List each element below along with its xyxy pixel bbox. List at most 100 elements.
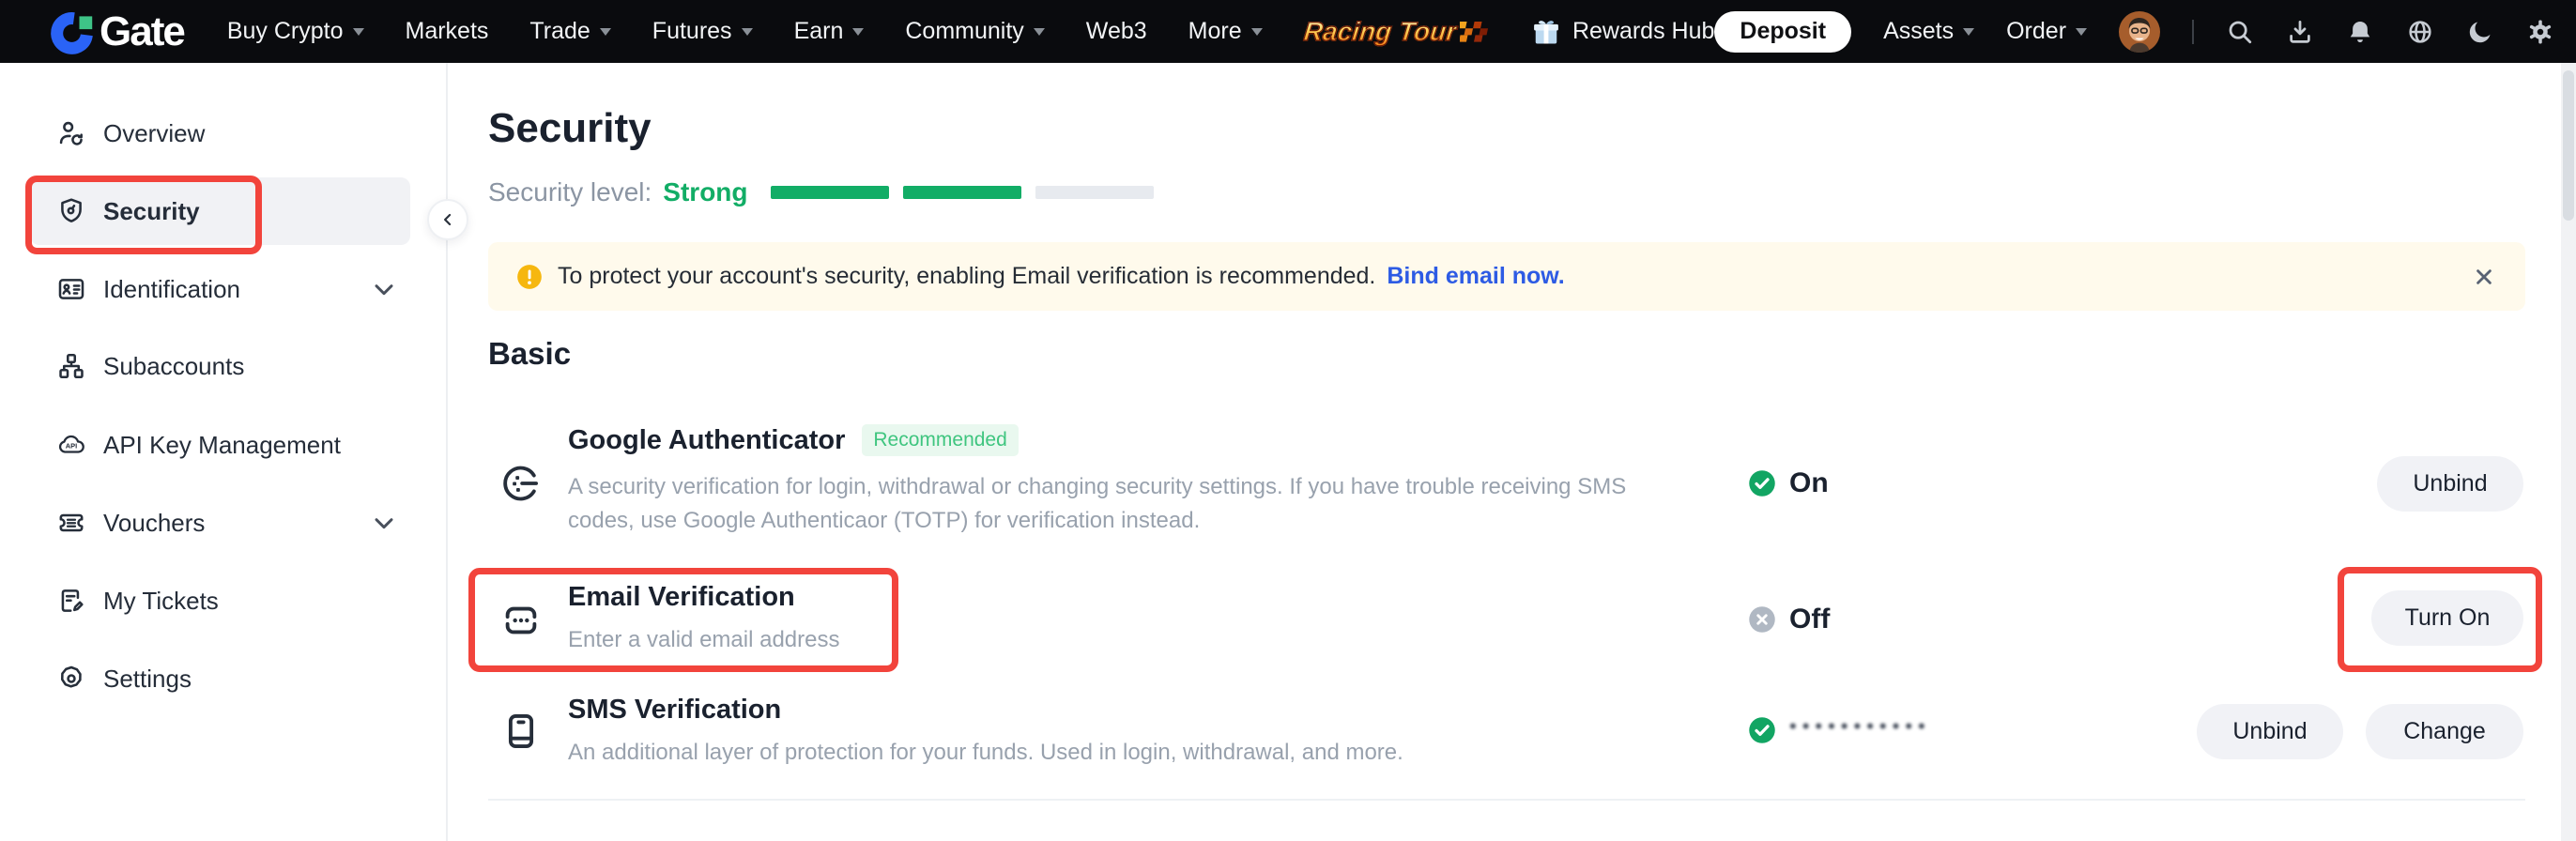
gate-logo-text: Gate xyxy=(100,8,184,55)
email-turn-on-button[interactable]: Turn On xyxy=(2371,590,2523,646)
chevron-down-icon xyxy=(1034,28,1045,41)
nav-more[interactable]: More xyxy=(1188,18,1263,45)
nav-rewards-hub[interactable]: Rewards Hub xyxy=(1529,15,1714,49)
email-verification-title-row: Email Verification xyxy=(568,582,795,613)
nav-community[interactable]: Community xyxy=(905,18,1044,45)
sidebar-item-identification[interactable]: Identification xyxy=(56,263,399,315)
sidebar-item-api-key-management[interactable]: API API Key Management xyxy=(56,419,399,471)
nav-divider xyxy=(2192,20,2194,44)
settings-nut-icon xyxy=(56,664,86,694)
nav-earn-label: Earn xyxy=(794,18,844,45)
nav-buy-crypto[interactable]: Buy Crypto xyxy=(227,18,364,45)
shield-icon xyxy=(56,196,86,226)
svg-text:API: API xyxy=(66,442,77,451)
sidebar-item-subaccounts[interactable]: Subaccounts xyxy=(56,340,399,392)
sidebar-item-settings[interactable]: Settings xyxy=(56,652,399,705)
deposit-button[interactable]: Deposit xyxy=(1714,11,1851,53)
download-icon[interactable] xyxy=(2286,18,2314,46)
scrollbar-thumb[interactable] xyxy=(2563,70,2574,221)
sidebar-item-overview[interactable]: Overview xyxy=(56,107,399,160)
nav-order[interactable]: Order xyxy=(2006,18,2087,45)
recommended-badge: Recommended xyxy=(862,424,1018,456)
bell-icon[interactable] xyxy=(2346,18,2374,46)
email-verification-status: Off xyxy=(1748,604,1830,635)
level-bar-segment xyxy=(1035,186,1154,199)
sidebar-item-vouchers[interactable]: Vouchers xyxy=(56,497,399,549)
nav-community-label: Community xyxy=(905,18,1023,45)
sidebar-item-identification-label: Identification xyxy=(103,275,240,304)
nav-earn[interactable]: Earn xyxy=(794,18,865,45)
avatar-image xyxy=(2119,11,2160,53)
nav-futures[interactable]: Futures xyxy=(652,18,753,45)
banner-text: To protect your account's security, enab… xyxy=(558,263,1375,290)
api-cloud-icon: API xyxy=(56,430,86,460)
level-bar-segment xyxy=(903,186,1021,199)
nav-markets[interactable]: Markets xyxy=(406,18,489,45)
sms-verification-title-row: SMS Verification xyxy=(568,695,781,726)
chevron-down-icon xyxy=(1251,28,1263,41)
nav-assets[interactable]: Assets xyxy=(1883,18,1974,45)
google-authenticator-status-text: On xyxy=(1789,467,1829,499)
nav-order-label: Order xyxy=(2006,18,2066,45)
deposit-label: Deposit xyxy=(1740,18,1826,45)
bind-email-now-link[interactable]: Bind email now. xyxy=(1387,263,1564,290)
masked-phone-number: ••••••••••• xyxy=(1789,714,1931,739)
nav-web3[interactable]: Web3 xyxy=(1086,18,1147,45)
section-heading: Basic xyxy=(488,336,571,372)
sidebar-item-settings-label: Settings xyxy=(103,665,192,694)
warning-icon xyxy=(516,264,543,290)
ga-unbind-button[interactable]: Unbind xyxy=(2377,456,2523,512)
security-level-bars xyxy=(771,186,1154,199)
racing-tour-label: Racing Tour xyxy=(1302,17,1458,47)
nav-futures-label: Futures xyxy=(652,18,732,45)
nav-web3-label: Web3 xyxy=(1086,18,1147,45)
scrollbar-track[interactable] xyxy=(2561,63,2576,841)
sidebar-item-security[interactable]: Security xyxy=(56,185,399,237)
globe-icon[interactable] xyxy=(2406,18,2434,46)
sidebar-item-vouchers-label: Vouchers xyxy=(103,509,205,538)
chevron-down-icon xyxy=(369,274,399,304)
racing-tour-banner[interactable]: Racing Tour xyxy=(1304,17,1492,47)
sidebar-item-overview-label: Overview xyxy=(103,119,205,148)
email-verification-description: Enter a valid email address xyxy=(568,623,839,657)
gear-icon[interactable] xyxy=(2526,18,2554,46)
id-card-icon xyxy=(56,274,86,304)
sidebar-item-api-key-management-label: API Key Management xyxy=(103,431,341,460)
close-icon[interactable] xyxy=(2471,264,2497,290)
nav-more-label: More xyxy=(1188,18,1242,45)
settings-sidebar: Overview Security Identification xyxy=(0,63,448,841)
x-circle-icon xyxy=(1748,605,1776,634)
google-authenticator-icon xyxy=(499,462,543,505)
email-verification-status-text: Off xyxy=(1789,604,1830,635)
sidebar-item-my-tickets[interactable]: My Tickets xyxy=(56,574,399,627)
ticket-icon xyxy=(56,508,86,538)
nav-trade[interactable]: Trade xyxy=(529,18,610,45)
gate-logo[interactable]: Gate xyxy=(49,8,184,56)
gate-logo-icon xyxy=(49,8,98,56)
moon-icon[interactable] xyxy=(2466,18,2494,46)
chevron-down-icon xyxy=(353,28,364,41)
sidebar-collapse-button[interactable] xyxy=(427,199,468,240)
checkered-flag-icon xyxy=(1460,20,1492,44)
chevron-down-icon xyxy=(742,28,753,41)
google-authenticator-description: A security verification for login, withd… xyxy=(568,470,1680,538)
chevron-down-icon xyxy=(600,28,611,41)
chevron-down-icon xyxy=(1963,28,1974,41)
nav-right-group: Deposit Assets Order xyxy=(1714,11,2554,53)
security-level-label: Security level: xyxy=(488,177,652,207)
sms-verification-description: An additional layer of protection for yo… xyxy=(568,736,1403,770)
org-chart-icon xyxy=(56,351,86,381)
phone-icon xyxy=(499,710,543,753)
sms-unbind-label: Unbind xyxy=(2232,718,2307,745)
sms-change-button[interactable]: Change xyxy=(2366,704,2523,759)
check-circle-icon xyxy=(1748,716,1776,744)
search-icon[interactable] xyxy=(2226,18,2254,46)
email-turn-on-label: Turn On xyxy=(2405,604,2491,632)
top-nav: Gate Buy Crypto Markets Trade Futures Ea… xyxy=(0,0,2576,63)
security-settings-page: Gate Buy Crypto Markets Trade Futures Ea… xyxy=(0,0,2576,841)
sms-unbind-button[interactable]: Unbind xyxy=(2197,704,2343,759)
sms-verification-status: ••••••••••• xyxy=(1748,716,1931,744)
user-avatar[interactable] xyxy=(2119,11,2160,53)
google-authenticator-title-row: Google Authenticator Recommended xyxy=(568,424,1019,456)
google-authenticator-status: On xyxy=(1748,467,1829,499)
